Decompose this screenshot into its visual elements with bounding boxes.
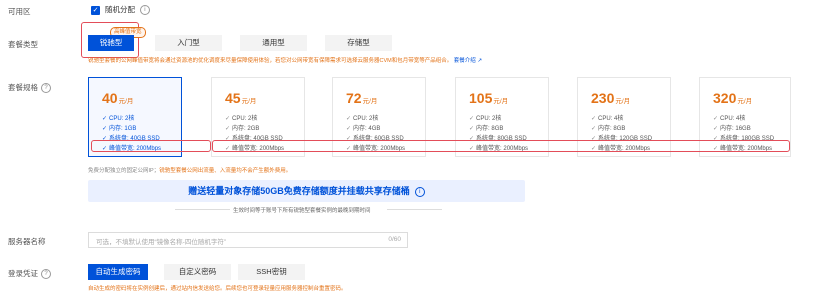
auto-password-button[interactable]: 自动生成密码	[88, 264, 148, 280]
ssh-key-button[interactable]: SSH密钥	[238, 264, 305, 280]
spec-text: 内存: 4GB	[353, 126, 381, 132]
card-price: 320元/月	[713, 90, 752, 106]
package-type-note: 锐驰型套餐的公网峰值带宽将会通过资源池的优化调度来尽量保障使用体验，若您对公网带…	[88, 56, 482, 64]
price-value: 105	[469, 90, 493, 106]
spec-cpu: ✓ CPU: 2核	[102, 113, 134, 122]
spec-text: CPU: 2核	[109, 116, 135, 122]
price-value: 320	[713, 90, 737, 106]
check-icon: ✓	[469, 126, 475, 132]
spec-memory: ✓ 内存: 16GB	[713, 123, 751, 132]
divider-left	[175, 209, 230, 210]
server-name-label: 服务器名称	[8, 237, 46, 246]
price-unit: 元/月	[493, 98, 509, 105]
random-assign-label: 随机分配	[104, 5, 135, 14]
zone-label: 可用区	[8, 7, 31, 16]
spec-memory: ✓ 内存: 4GB	[346, 123, 380, 132]
check-icon: ✓	[346, 126, 352, 132]
package-intro-link[interactable]: 套餐介绍	[454, 58, 476, 64]
info-icon[interactable]: i	[414, 187, 425, 198]
check-icon: ✓	[591, 126, 597, 132]
spec-text: 内存: 16GB	[720, 126, 751, 132]
price-value: 230	[591, 90, 615, 106]
storage-promo-banner: 赠送轻量对象存储50GB免费存储额度并挂载共享存储桶 i	[88, 180, 525, 202]
spec-text: CPU: 2核	[353, 116, 379, 122]
spec-text: CPU: 4核	[598, 116, 624, 122]
package-spec-label: 套餐规格?	[8, 82, 51, 94]
info-icon[interactable]: i	[139, 5, 150, 16]
spec-text: 内存: 1GB	[109, 126, 137, 132]
spec-note-prefix: 免费分配独立的固定公网IP；	[88, 168, 160, 174]
divider-right	[387, 209, 442, 210]
price-unit: 元/月	[362, 98, 378, 105]
price-unit: 元/月	[241, 98, 257, 105]
price-unit: 元/月	[615, 98, 631, 105]
card-price: 72元/月	[346, 90, 377, 106]
spec-cpu: ✓ CPU: 2核	[346, 113, 378, 122]
price-unit: 元/月	[118, 98, 134, 105]
tab-storage[interactable]: 存储型	[325, 35, 392, 51]
tab-entry[interactable]: 入门型	[155, 35, 222, 51]
package-spec-label-text: 套餐规格	[8, 83, 38, 92]
price-value: 40	[102, 90, 118, 106]
check-icon: ✓	[469, 116, 475, 122]
highlight-box-bandwidth-selected	[91, 140, 211, 152]
spec-text: 内存: 8GB	[598, 126, 626, 132]
login-credential-label-text: 登录凭证	[8, 269, 38, 278]
spec-text: CPU: 2核	[476, 116, 502, 122]
price-value: 45	[225, 90, 241, 106]
card-price: 105元/月	[469, 90, 508, 106]
price-value: 72	[346, 90, 362, 106]
card-price: 45元/月	[225, 90, 256, 106]
spec-cpu: ✓ CPU: 2核	[469, 113, 501, 122]
random-assign-checkbox[interactable]: ✓ 随机分配 i	[91, 4, 150, 16]
server-name-input[interactable]: 可选，不填默认使用“镜像名称-四位随机字符” 0/60	[88, 232, 408, 248]
spec-note-highlight: 锐驰型套餐公网出流量、入流量均不会产生额外费用。	[159, 168, 292, 174]
spec-text: 内存: 8GB	[476, 126, 504, 132]
spec-memory: ✓ 内存: 8GB	[469, 123, 503, 132]
spec-memory: ✓ 内存: 1GB	[102, 123, 136, 132]
package-type-label: 套餐类型	[8, 40, 38, 49]
login-note: 自动生成的密码将在实例创建后，通过站内信发送给您。后续您也可登录轻量应用服务器控…	[88, 286, 347, 292]
promo-text: 赠送轻量对象存储50GB免费存储额度并挂载共享存储桶	[188, 186, 410, 196]
check-icon: ✓	[225, 126, 231, 132]
server-name-placeholder: 可选，不填默认使用“镜像名称-四位随机字符”	[96, 239, 226, 246]
spec-cpu: ✓ CPU: 2核	[225, 113, 257, 122]
tab-ruichi[interactable]: 锐驰型	[88, 35, 134, 51]
spec-cpu: ✓ CPU: 4核	[713, 113, 745, 122]
card-price: 230元/月	[591, 90, 630, 106]
login-credential-label: 登录凭证?	[8, 268, 51, 280]
check-icon: ✓	[346, 116, 352, 122]
custom-password-button[interactable]: 自定义密码	[164, 264, 231, 280]
highlight-box-bandwidth-row	[212, 140, 790, 152]
help-icon[interactable]: ?	[41, 83, 51, 94]
tab-general[interactable]: 通用型	[240, 35, 307, 51]
spec-text: CPU: 2核	[232, 116, 258, 122]
package-type-note-text: 锐驰型套餐的公网峰值带宽将会通过资源池的优化调度来尽量保障使用体验，若您对公网带…	[88, 58, 453, 64]
spec-cpu: ✓ CPU: 4核	[591, 113, 623, 122]
spec-memory: ✓ 内存: 2GB	[225, 123, 259, 132]
check-icon: ✓	[225, 116, 231, 122]
spec-memory: ✓ 内存: 8GB	[591, 123, 625, 132]
spec-text: 内存: 2GB	[232, 126, 260, 132]
check-icon: ✓	[713, 126, 719, 132]
check-icon: ✓	[102, 116, 108, 122]
char-counter: 0/60	[388, 236, 401, 243]
external-link-icon[interactable]: ↗	[477, 58, 482, 64]
card-price: 40元/月	[102, 90, 133, 106]
check-icon: ✓	[591, 116, 597, 122]
checkmark-icon: ✓	[91, 5, 100, 15]
help-icon[interactable]: ?	[41, 269, 51, 280]
spec-text: CPU: 4核	[720, 116, 746, 122]
promo-caption: 生效时间等于账号下所有锐驰型套餐实例的最晚到期时间	[233, 208, 371, 214]
check-icon: ✓	[713, 116, 719, 122]
spec-note: 免费分配独立的固定公网IP；锐驰型套餐公网出流量、入流量均不会产生额外费用。	[88, 166, 291, 174]
check-icon: ✓	[102, 126, 108, 132]
price-unit: 元/月	[737, 98, 753, 105]
